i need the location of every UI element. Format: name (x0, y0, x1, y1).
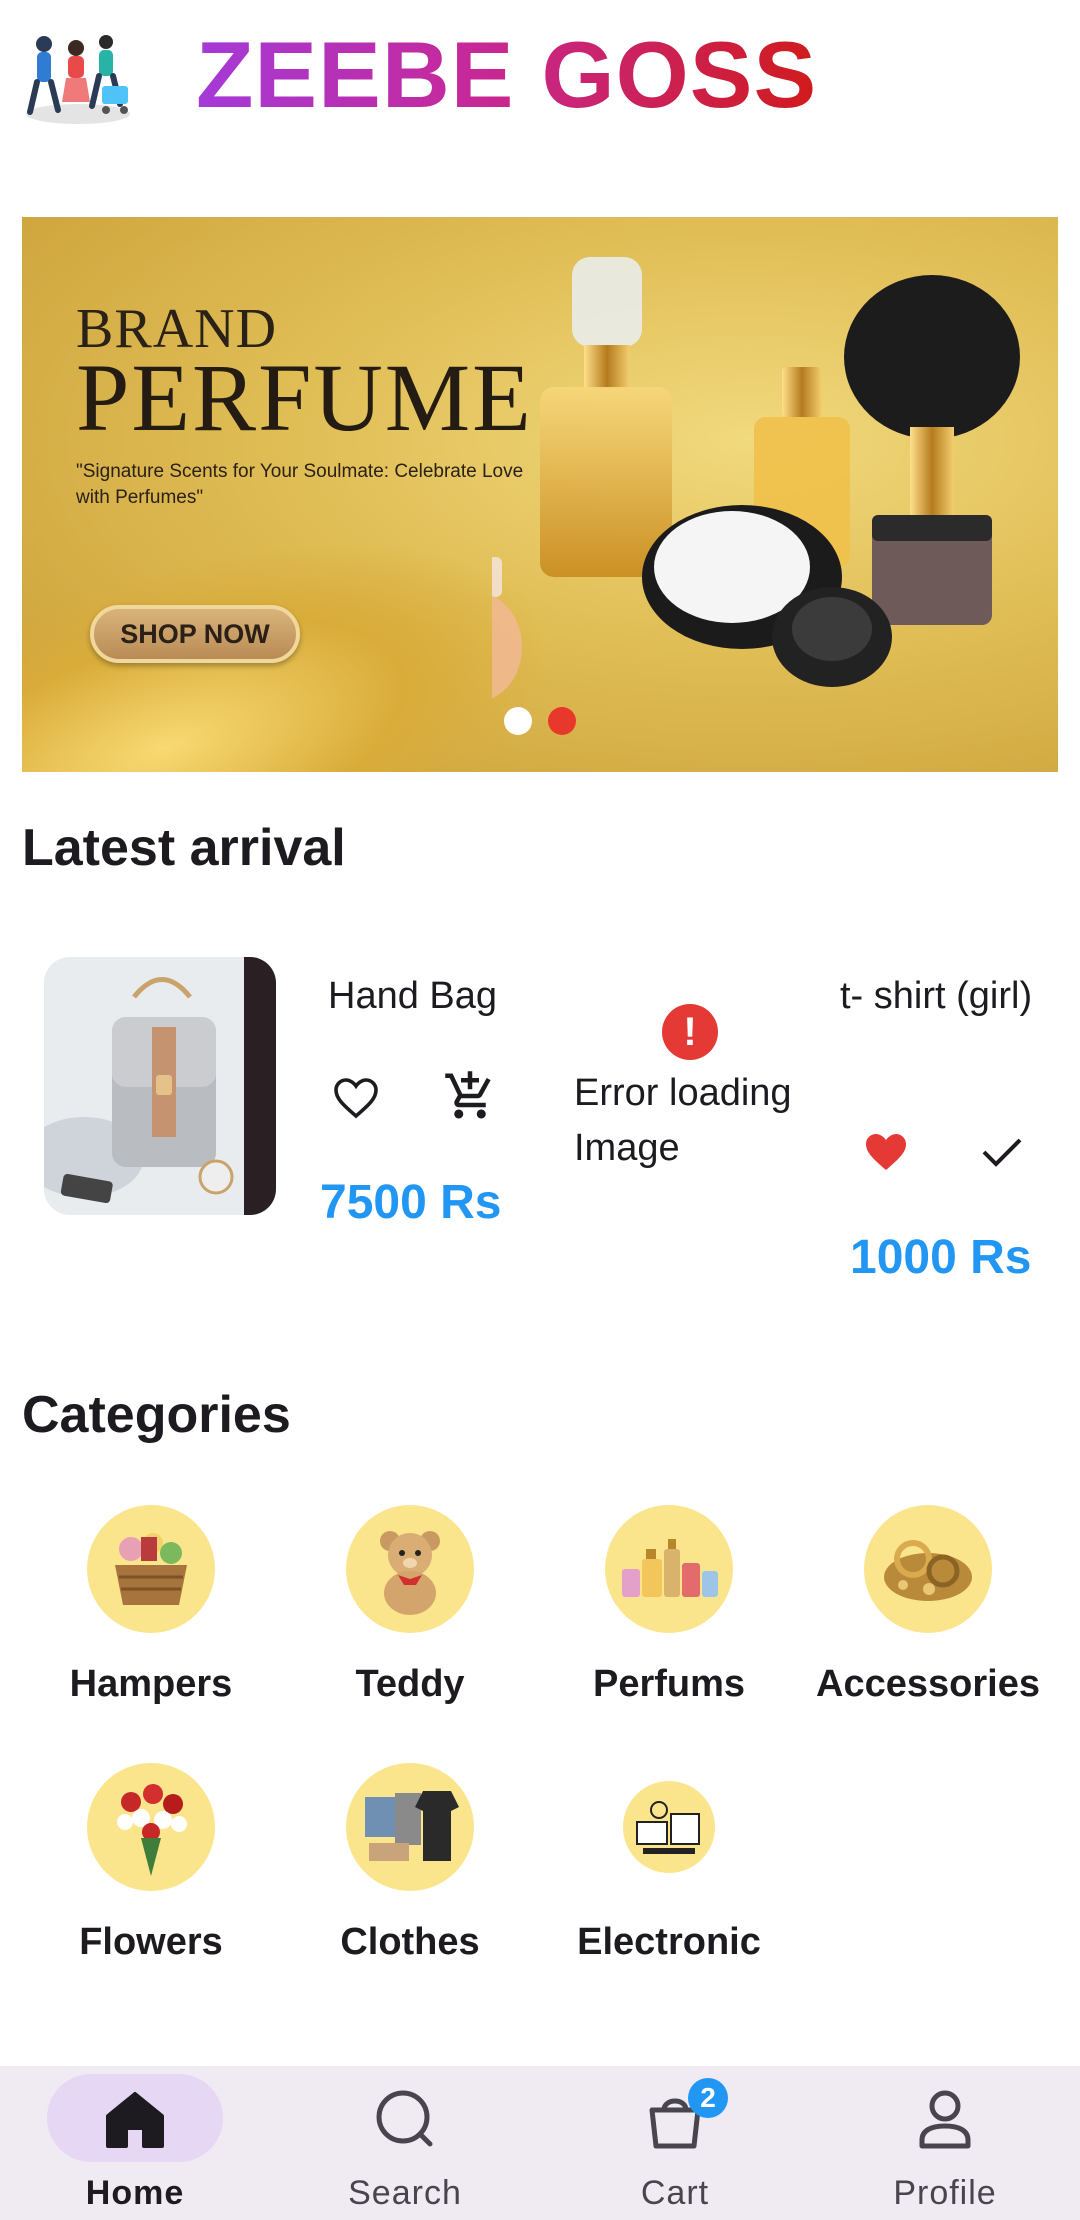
clothes-icon (346, 1763, 474, 1891)
category-label: Hampers (69, 1663, 233, 1705)
carousel-dot-active[interactable] (548, 707, 576, 735)
category-label: Clothes (340, 1921, 480, 1963)
category-teddy[interactable]: Teddy (285, 1505, 535, 1706)
product-price: 7500 Rs (320, 1176, 502, 1229)
nav-label: Home (85, 2174, 185, 2212)
nav-profile[interactable]: Profile (810, 2066, 1080, 2220)
profile-icon (919, 2090, 971, 2149)
category-label: Teddy (355, 1663, 465, 1705)
add-to-cart-icon[interactable] (440, 1066, 500, 1126)
category-flowers[interactable]: Flowers (26, 1763, 276, 1964)
category-clothes[interactable]: Clothes (285, 1763, 535, 1964)
error-icon: ! (662, 1004, 718, 1060)
latest-arrival-title: Latest arrival (22, 819, 346, 877)
product-price: 1000 Rs (850, 1231, 1032, 1284)
favorite-outline-icon[interactable] (326, 1068, 386, 1128)
app-title: ZEEBE GOSS (196, 20, 817, 130)
carousel-dot[interactable] (504, 707, 532, 735)
added-to-cart-check-icon[interactable] (972, 1122, 1032, 1182)
electronics-icon (623, 1781, 715, 1873)
bottom-navigation-bar: Home Search 2 Cart Profile (0, 2066, 1080, 2220)
category-label: Flowers (79, 1921, 223, 1963)
nav-label: Profile (893, 2174, 997, 2212)
teddy-bear-icon (346, 1505, 474, 1633)
flower-bouquet-icon (87, 1763, 215, 1891)
nav-cart[interactable]: 2 Cart (540, 2066, 810, 2220)
logo-icon (22, 30, 134, 126)
perfume-bottles-image (492, 257, 1020, 699)
carousel-indicator (504, 707, 576, 735)
categories-title: Categories (22, 1386, 291, 1444)
product-name[interactable]: t- shirt (girl) (840, 975, 1032, 1018)
image-error-message: Error loading Image (574, 1072, 792, 1169)
category-label: Perfums (592, 1663, 746, 1705)
promo-banner[interactable]: BRAND PERFUME "Signature Scents for Your… (22, 217, 1058, 772)
nav-search[interactable]: Search (270, 2066, 540, 2220)
jewelry-icon (864, 1505, 992, 1633)
home-icon (106, 2092, 164, 2148)
cart-count-badge: 2 (688, 2078, 728, 2118)
nav-home[interactable]: Home (0, 2066, 270, 2220)
banner-headline: PERFUME (76, 344, 533, 451)
hamper-icon (87, 1505, 215, 1633)
nav-label: Cart (640, 2174, 710, 2212)
category-accessories[interactable]: Accessories (803, 1505, 1053, 1706)
banner-tagline: "Signature Scents for Your Soulmate: Cel… (76, 461, 524, 508)
search-icon (376, 2090, 433, 2147)
category-label: Accessories (816, 1663, 1040, 1705)
favorite-filled-icon[interactable] (856, 1122, 916, 1182)
nav-label: Search (348, 2174, 462, 2212)
product-name[interactable]: Hand Bag (328, 975, 497, 1018)
category-perfums[interactable]: Perfums (544, 1505, 794, 1706)
app-header: ZEEBE GOSS (0, 0, 1080, 160)
shop-now-button[interactable]: SHOP NOW (90, 605, 300, 663)
handbag-image[interactable] (44, 957, 276, 1215)
perfume-icon (605, 1505, 733, 1633)
category-hampers[interactable]: Hampers (26, 1505, 276, 1706)
category-label: Electronic (577, 1921, 761, 1963)
category-electronic[interactable]: Electronic (544, 1763, 794, 1964)
